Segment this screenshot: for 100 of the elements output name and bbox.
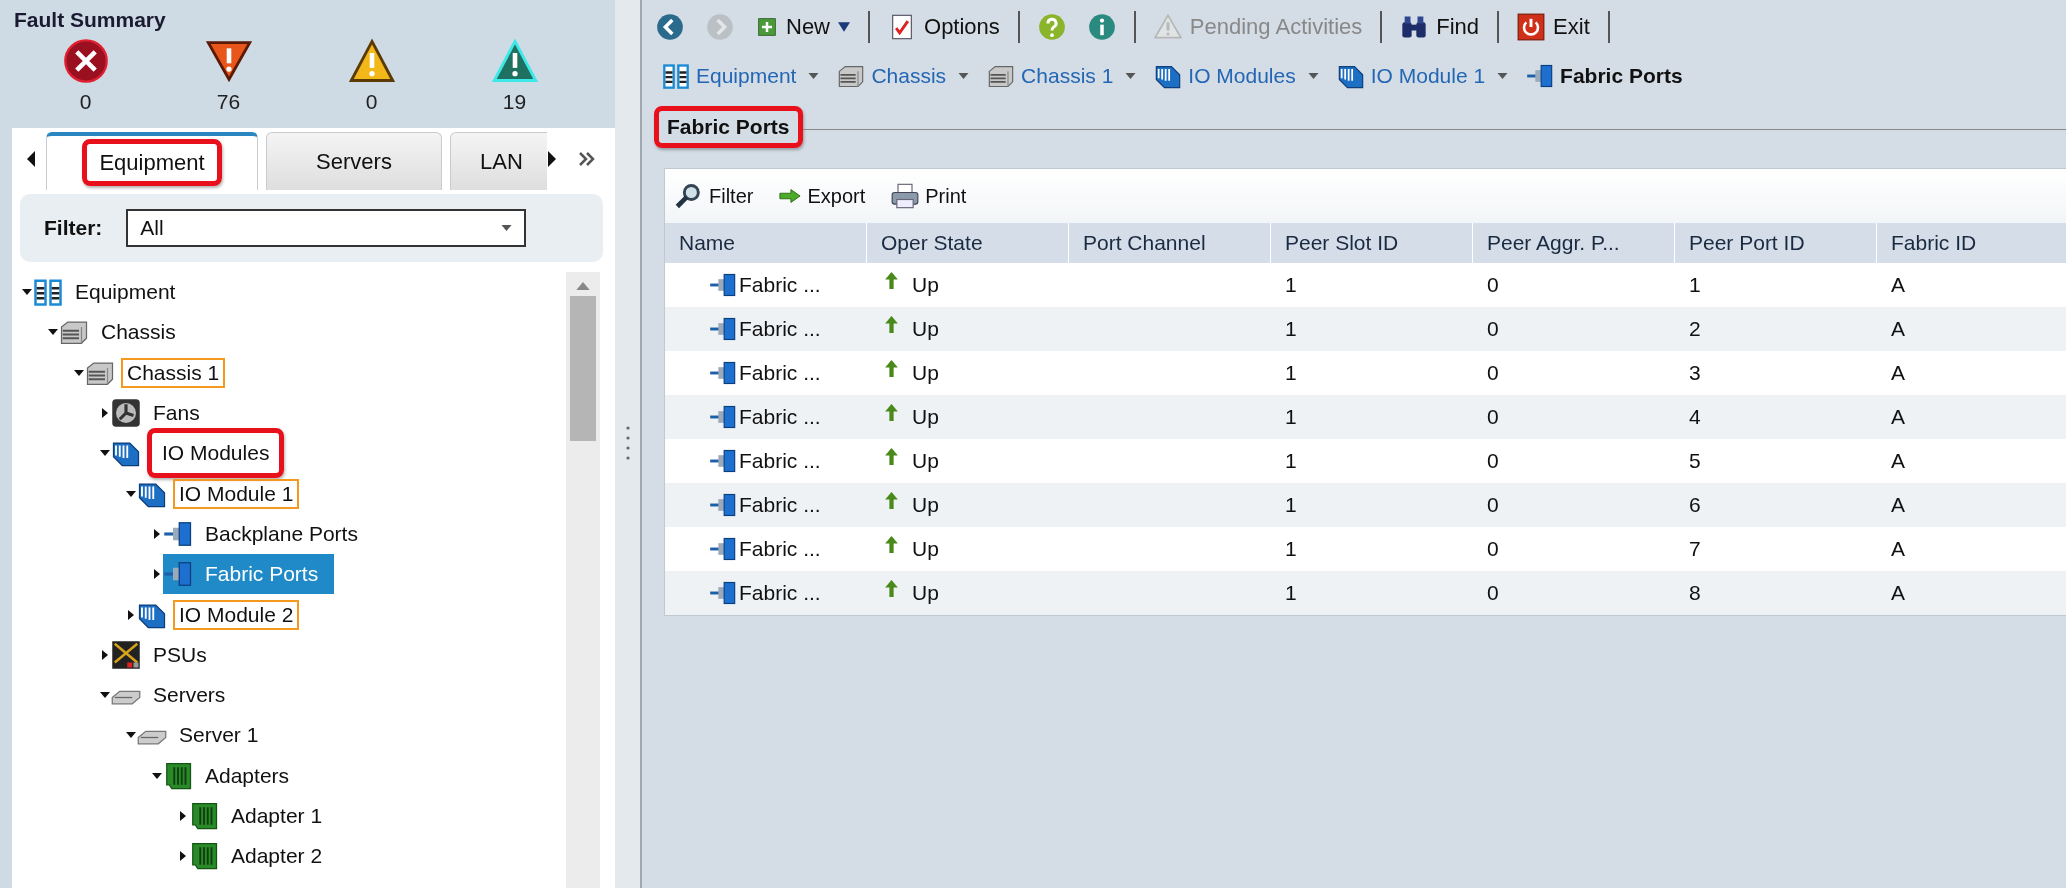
tree-item[interactable]: Fabric Ports (163, 554, 335, 595)
breadcrumb-item[interactable]: Fabric Ports (1526, 62, 1683, 90)
expand-arrow-icon[interactable] (178, 811, 188, 821)
expand-arrow-icon[interactable] (100, 649, 110, 660)
port-icon (709, 579, 737, 607)
breadcrumb-item[interactable]: Chassis (837, 62, 970, 90)
tree-item[interactable]: Backplane Ports (163, 516, 368, 551)
column-header[interactable]: Peer Port ID (1675, 223, 1877, 263)
caret-icon (838, 22, 850, 32)
tree-item[interactable]: PSUs (111, 637, 217, 672)
expand-arrow-icon[interactable] (152, 569, 162, 580)
toolbar-button[interactable]: Find (1396, 11, 1484, 43)
column-header[interactable]: Port Channel (1069, 223, 1271, 263)
expand-arrow-icon[interactable] (100, 408, 110, 419)
collapse-arrow-icon[interactable] (126, 488, 136, 499)
tree-label: Server 1 (178, 722, 260, 749)
caret-icon (958, 72, 970, 80)
breadcrumb-item[interactable]: IO Modules (1154, 62, 1319, 90)
printer-icon (891, 182, 920, 210)
scroll-up-icon[interactable] (576, 282, 590, 290)
column-header[interactable]: Oper State (867, 223, 1069, 263)
breadcrumb-item[interactable]: Equipment (662, 62, 820, 90)
up-arrow-icon (885, 271, 898, 289)
port-icon (709, 491, 737, 519)
info-icon (1087, 13, 1116, 41)
more-tabs-icon[interactable] (579, 152, 595, 166)
tree-item[interactable]: Chassis 1 (85, 355, 230, 390)
oper-state: Up (912, 361, 939, 385)
tree-label: Fans (152, 400, 201, 427)
toolbar-button[interactable]: Exit (1513, 11, 1594, 43)
major-icon (205, 38, 252, 84)
column-header[interactable]: Fabric ID (1877, 223, 2066, 263)
table-cell: A (1877, 483, 2066, 527)
fan-icon (111, 398, 141, 429)
content-tab[interactable]: Fabric Ports (654, 106, 803, 148)
up-arrow-icon (885, 359, 898, 377)
tree-label: Chassis (100, 319, 177, 346)
table-toolbar-button[interactable]: Filter (671, 180, 758, 212)
table-cell: 1 (1271, 483, 1473, 527)
port-name: Fabric ... (739, 581, 821, 605)
expand-arrow-icon[interactable] (152, 528, 162, 539)
port-icon (709, 535, 737, 563)
table-cell: 1 (1271, 307, 1473, 351)
tree-item[interactable]: IO Module 2 (137, 597, 304, 632)
nav-tab[interactable]: LAN (450, 132, 547, 190)
port-icon (709, 403, 737, 431)
expand-arrow-icon[interactable] (126, 609, 136, 620)
scrollbar[interactable] (566, 272, 600, 888)
port-name: Fabric ... (739, 273, 821, 297)
toolbar-button[interactable]: New (752, 12, 854, 42)
port-icon (709, 447, 737, 475)
table-cell: 0 (1473, 483, 1675, 527)
table-cell: 6 (1675, 483, 1877, 527)
caret-icon (501, 224, 513, 232)
column-header[interactable]: Peer Aggr. P... (1473, 223, 1675, 263)
tree-item[interactable]: Adapters (163, 758, 300, 793)
tab-label: Servers (315, 147, 393, 176)
collapse-arrow-icon[interactable] (152, 770, 162, 781)
nav-tab[interactable]: Servers (266, 132, 442, 190)
tree-label: Adapter 1 (230, 803, 324, 829)
tree-label: Adapter 2 (230, 843, 324, 870)
up-arrow-icon (885, 447, 898, 465)
table-cell: 0 (1473, 307, 1675, 351)
arrow-icon (779, 186, 802, 206)
column-header[interactable]: Peer Slot ID (1271, 223, 1473, 263)
tree-item[interactable]: Chassis (59, 315, 186, 350)
table-toolbar-button[interactable]: Print (887, 180, 971, 212)
table-toolbar-button[interactable]: Export (775, 182, 870, 210)
scroll-left-icon[interactable] (26, 151, 36, 167)
up-arrow-icon (885, 535, 898, 553)
breadcrumb-item[interactable]: Chassis 1 (987, 62, 1137, 90)
search-icon (675, 182, 703, 210)
expand-arrow-icon[interactable] (178, 851, 188, 862)
tree-item[interactable]: Server 1 (137, 718, 269, 753)
fault-count: 0 (79, 90, 92, 114)
up-arrow-icon (885, 579, 898, 597)
tree-item[interactable]: Equipment (33, 275, 186, 310)
nav-tab[interactable]: Equipment (46, 132, 258, 190)
toolbar-button[interactable]: Options (884, 11, 1004, 43)
forward-icon (706, 13, 734, 41)
port-name: Fabric ... (739, 537, 821, 561)
tree-item[interactable]: Servers (111, 678, 236, 713)
table-cell: 1 (1271, 395, 1473, 439)
power-icon (1517, 13, 1546, 41)
tree-item[interactable]: Adapter 1 (189, 799, 333, 833)
adapter-card-icon (163, 760, 193, 791)
tab-label: LAN (479, 147, 524, 176)
port-name: Fabric ... (739, 405, 821, 429)
tree-label: PSUs (152, 641, 208, 668)
column-header[interactable]: Name (665, 223, 867, 263)
fault-summary-title: Fault Summary (14, 8, 167, 32)
plus-icon (756, 17, 778, 37)
collapse-arrow-icon[interactable] (74, 367, 84, 378)
tree-item[interactable]: Adapter 2 (189, 839, 333, 874)
filter-dropdown[interactable]: All (126, 209, 527, 247)
tree-label: Adapters (204, 762, 291, 789)
scrollbar-thumb[interactable] (570, 296, 596, 441)
port-icon (709, 315, 737, 343)
caret-icon (808, 72, 820, 80)
breadcrumb-item[interactable]: IO Module 1 (1336, 62, 1509, 90)
